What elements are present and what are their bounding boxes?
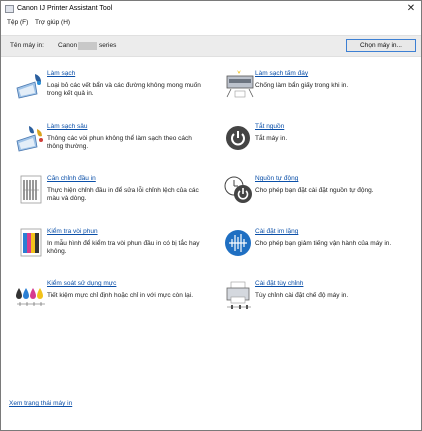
cleaning-desc: Loại bỏ các vết bẩn và các đường không m…	[47, 82, 201, 97]
auto-power-link[interactable]: Nguồn tự động	[255, 175, 298, 182]
power-off-item: Tắt nguồn Tắt máy in.	[223, 123, 413, 163]
deep-cleaning-icon	[16, 126, 43, 152]
print-head-alignment-desc: Thực hiện chỉnh đầu in để sửa lỗi chỉnh …	[47, 187, 199, 202]
print-head-alignment-item: Căn chỉnh đầu in Thực hiện chỉnh đầu in …	[15, 175, 215, 215]
power-off-icon	[226, 126, 250, 150]
custom-settings-item: Cài đặt tùy chỉnh Tùy chỉnh cài đặt chế …	[223, 280, 413, 320]
menu-help[interactable]: Trợ giúp (H)	[35, 19, 70, 26]
print-head-alignment-link[interactable]: Căn chỉnh đầu in	[47, 175, 96, 182]
bottom-plate-cleaning-link[interactable]: Làm sạch tấm đáy	[255, 70, 308, 77]
auto-power-item: Nguồn tự động Cho phép bạn đặt cài đặt n…	[223, 175, 413, 215]
nozzle-check-item: Kiểm tra vòi phun In mẫu hình để kiểm tr…	[15, 228, 215, 268]
auto-power-icon	[224, 176, 252, 203]
nozzle-check-link[interactable]: Kiểm tra vòi phun	[47, 228, 98, 235]
bottom-plate-cleaning-item: Làm sạch tấm đáy Chống làm bẩn giấy tron…	[223, 70, 413, 110]
app-window: Canon IJ Printer Assistant Tool ✕ Tệp (F…	[0, 0, 422, 431]
bottom-plate-cleaning-icon	[226, 70, 254, 98]
auto-power-desc: Cho phép bạn đặt cài đặt nguồn tự động.	[255, 187, 374, 194]
printer-app-icon	[5, 5, 14, 13]
nozzle-check-desc: In mẫu hình để kiểm tra vòi phun đầu in …	[47, 240, 200, 255]
deep-cleaning-link[interactable]: Làm sạch sâu	[47, 123, 87, 130]
quiet-settings-link[interactable]: Cài đặt im lặng	[255, 228, 298, 235]
redacted-model-name	[78, 42, 97, 50]
quiet-settings-item: Cài đặt im lặng Cho phép bạn giảm tiếng …	[223, 228, 413, 268]
power-off-link[interactable]: Tắt nguồn	[255, 123, 284, 130]
title-bar: Canon IJ Printer Assistant Tool ✕	[1, 1, 421, 18]
menu-bar: Tệp (F) Trợ giúp (H)	[1, 18, 421, 29]
print-head-alignment-icon	[20, 175, 42, 204]
window-title: Canon IJ Printer Assistant Tool	[17, 5, 113, 12]
ink-usage-link[interactable]: Kiểm soát sử dụng mực	[47, 280, 116, 287]
printer-series: series	[99, 42, 117, 49]
custom-settings-icon	[226, 281, 251, 309]
view-printer-status-link[interactable]: Xem trạng thái máy in	[9, 400, 72, 407]
deep-cleaning-item: Làm sạch sâu Thông các vòi phun không th…	[15, 123, 215, 163]
menu-file[interactable]: Tệp (F)	[7, 19, 28, 26]
nozzle-check-icon	[20, 228, 42, 257]
select-printer-button[interactable]: Chọn máy in...	[346, 39, 416, 52]
deep-cleaning-desc: Thông các vòi phun không thể làm sạch th…	[47, 135, 192, 150]
cleaning-icon	[16, 74, 41, 99]
printer-name-label: Tên máy in:	[10, 42, 44, 49]
cleaning-link[interactable]: Làm sạch	[47, 70, 75, 77]
cleaning-item: Làm sạch Loại bỏ các vết bẩn và các đườn…	[15, 70, 215, 110]
ink-usage-icon	[16, 288, 45, 306]
bottom-plate-cleaning-desc: Chống làm bẩn giấy trong khi in.	[255, 82, 349, 89]
ink-usage-desc: Tiết kiệm mực chỉ định hoặc chỉ in với m…	[47, 292, 194, 299]
power-off-desc: Tắt máy in.	[255, 135, 288, 142]
printer-info-bar: Tên máy in: Canon series Chọn máy in...	[1, 35, 421, 57]
ink-usage-item: Kiểm soát sử dụng mực Tiết kiệm mực chỉ …	[15, 280, 215, 320]
close-button[interactable]: ✕	[405, 3, 417, 15]
quiet-settings-icon	[225, 230, 251, 256]
quiet-settings-desc: Cho phép bạn giảm tiếng vận hành của máy…	[255, 240, 392, 247]
custom-settings-desc: Tùy chỉnh cài đặt chế độ máy in.	[255, 292, 349, 299]
printer-model: Canon	[58, 42, 78, 49]
custom-settings-link[interactable]: Cài đặt tùy chỉnh	[255, 280, 303, 287]
